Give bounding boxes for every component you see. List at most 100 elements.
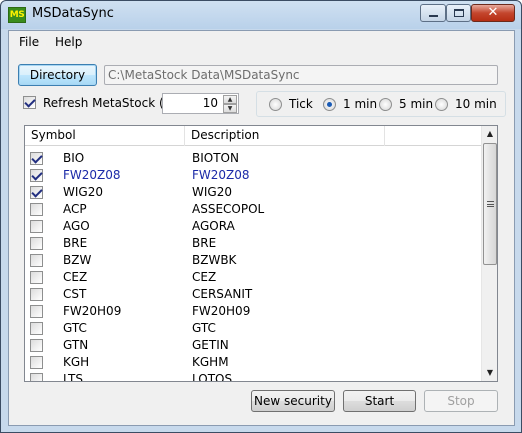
refresh-interval-value[interactable]: 10: [203, 96, 218, 110]
interval-radio-group: Tick 1 min 5 min 10 min: [256, 91, 506, 117]
description-cell: CEZ: [192, 270, 217, 284]
app-icon: MS: [8, 7, 26, 23]
table-row[interactable]: GTC GTC: [25, 320, 482, 337]
symbol-cell: FW20H09: [63, 304, 122, 318]
table-row[interactable]: LTS LOTOS: [25, 371, 482, 382]
row-checkbox[interactable]: [30, 271, 43, 284]
row-checkbox[interactable]: [30, 288, 43, 301]
window-title: MSDataSync: [32, 6, 114, 21]
maximize-button[interactable]: [446, 4, 471, 22]
grip-icon: [487, 201, 494, 207]
column-header-empty: [385, 126, 482, 146]
description-cell: FW20Z08: [192, 168, 250, 182]
menu-bar: File Help: [9, 31, 514, 53]
scroll-up-icon[interactable]: ▲: [482, 126, 497, 142]
symbol-cell: LTS: [63, 372, 83, 382]
stepper-down-icon[interactable]: ▼: [223, 104, 237, 113]
description-cell: CERSANIT: [192, 287, 253, 301]
title-bar[interactable]: MS MSDataSync ✕: [1, 1, 521, 30]
table-row[interactable]: AGO AGORA: [25, 218, 482, 235]
symbol-cell: WIG20: [63, 185, 103, 199]
menu-help[interactable]: Help: [55, 35, 82, 49]
table-row[interactable]: CEZ CEZ: [25, 269, 482, 286]
directory-button[interactable]: Directory: [18, 64, 97, 86]
symbol-cell: ACP: [63, 202, 87, 216]
close-icon: ✕: [487, 5, 499, 20]
description-cell: GETIN: [192, 338, 229, 352]
column-header-description[interactable]: Description: [185, 126, 385, 146]
securities-grid[interactable]: Symbol Description BIO BIOTON FW20Z08 FW20Z…: [24, 125, 498, 382]
table-row[interactable]: FW20H09 FW20H09: [25, 303, 482, 320]
row-checkbox[interactable]: [30, 254, 43, 267]
client-area: File Help Directory C:\MetaStock Data\MS…: [8, 30, 515, 426]
description-cell: WIG20: [192, 185, 232, 199]
column-header-symbol[interactable]: Symbol: [25, 126, 185, 146]
row-checkbox[interactable]: [30, 203, 43, 216]
description-cell: BIOTON: [192, 151, 239, 165]
description-cell: GTC: [192, 321, 216, 335]
scroll-thumb[interactable]: [483, 143, 497, 265]
grid-rows: BIO BIOTON FW20Z08 FW20Z08 WIG20 WIG20 ACP ASSE…: [25, 150, 482, 382]
minimize-button[interactable]: [420, 4, 446, 22]
radio-5min[interactable]: [379, 98, 392, 111]
table-row[interactable]: BRE BRE: [25, 235, 482, 252]
symbol-cell: GTC: [63, 321, 87, 335]
stop-button[interactable]: Stop: [424, 390, 498, 412]
stepper-up-icon[interactable]: ▲: [223, 95, 237, 104]
minimize-icon: [429, 15, 438, 17]
symbol-cell: AGO: [63, 219, 90, 233]
description-cell: FW20H09: [192, 304, 251, 318]
symbol-cell: BZW: [63, 253, 92, 267]
symbol-cell: CST: [63, 287, 87, 301]
symbol-cell: GTN: [63, 338, 89, 352]
close-button[interactable]: ✕: [471, 4, 515, 22]
radio-5min-label: 5 min: [399, 97, 434, 111]
table-row[interactable]: ACP ASSECOPOL: [25, 201, 482, 218]
table-row[interactable]: KGH KGHM: [25, 354, 482, 371]
table-row[interactable]: CST CERSANIT: [25, 286, 482, 303]
new-security-button[interactable]: New security: [251, 390, 335, 412]
radio-tick[interactable]: [269, 98, 282, 111]
symbol-cell: FW20Z08: [63, 168, 121, 182]
table-row[interactable]: FW20Z08 FW20Z08: [25, 167, 482, 184]
table-row[interactable]: GTN GETIN: [25, 337, 482, 354]
row-checkbox[interactable]: [30, 169, 43, 182]
grid-header: Symbol Description: [25, 126, 482, 146]
radio-10min[interactable]: [435, 98, 448, 111]
radio-tick-label: Tick: [289, 97, 313, 111]
description-cell: LOTOS: [192, 372, 233, 382]
refresh-interval-stepper[interactable]: 10 ▲ ▼: [162, 93, 239, 114]
start-button[interactable]: Start: [343, 390, 416, 412]
symbol-cell: BRE: [63, 236, 88, 250]
symbol-cell: CEZ: [63, 270, 88, 284]
vertical-scrollbar[interactable]: ▲ ▼: [481, 126, 497, 381]
radio-1min[interactable]: [323, 98, 336, 111]
row-checkbox[interactable]: [30, 322, 43, 335]
row-checkbox[interactable]: [30, 186, 43, 199]
maximize-icon: [454, 9, 464, 17]
row-checkbox[interactable]: [30, 305, 43, 318]
table-row[interactable]: BZW BZWBK: [25, 252, 482, 269]
refresh-label: Refresh MetaStock (s): [43, 96, 175, 110]
radio-10min-label: 10 min: [455, 97, 497, 111]
table-row[interactable]: BIO BIOTON: [25, 150, 482, 167]
refresh-checkbox[interactable]: [23, 96, 36, 109]
description-cell: ASSECOPOL: [192, 202, 265, 216]
menu-file[interactable]: File: [19, 35, 39, 49]
row-checkbox[interactable]: [30, 152, 43, 165]
description-cell: KGHM: [192, 355, 229, 369]
row-checkbox[interactable]: [30, 220, 43, 233]
radio-1min-label: 1 min: [343, 97, 378, 111]
row-checkbox[interactable]: [30, 339, 43, 352]
description-cell: BRE: [192, 236, 217, 250]
description-cell: AGORA: [192, 219, 235, 233]
directory-path-field[interactable]: C:\MetaStock Data\MSDataSync: [104, 65, 498, 85]
scroll-down-icon[interactable]: ▼: [482, 365, 497, 381]
row-checkbox[interactable]: [30, 373, 43, 381]
app-window: MS MSDataSync ✕ File Help Directory C:\M…: [0, 0, 522, 433]
row-checkbox[interactable]: [30, 237, 43, 250]
row-checkbox[interactable]: [30, 356, 43, 369]
symbol-cell: KGH: [63, 355, 90, 369]
symbol-cell: BIO: [63, 151, 85, 165]
table-row[interactable]: WIG20 WIG20: [25, 184, 482, 201]
